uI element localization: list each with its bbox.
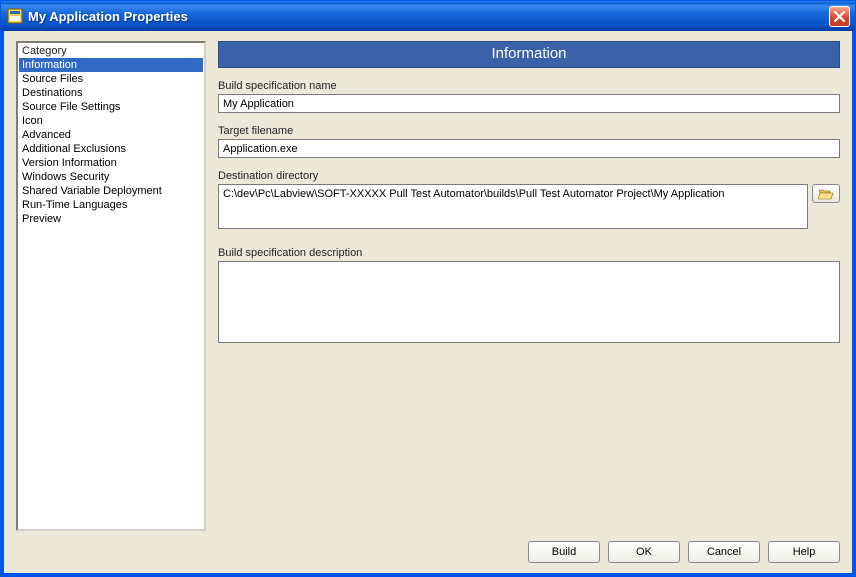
ok-button[interactable]: OK [608,541,680,563]
category-item-information[interactable]: Information [19,58,203,72]
spec-name-input[interactable] [218,94,840,113]
category-item-icon[interactable]: Icon [19,114,203,128]
spec-name-label: Build specification name [218,80,840,92]
category-list[interactable]: Category Information Source Files Destin… [16,41,206,531]
window-title: My Application Properties [28,9,188,24]
category-item-destinations[interactable]: Destinations [19,86,203,100]
close-icon [834,11,845,22]
button-row: Build OK Cancel Help [16,531,840,563]
dialog-body: Category Information Source Files Destin… [1,31,855,576]
dest-dir-input[interactable] [218,184,808,229]
category-item-source-file-settings[interactable]: Source File Settings [19,100,203,114]
close-button[interactable] [829,6,850,27]
category-item-run-time-languages[interactable]: Run-Time Languages [19,198,203,212]
target-filename-group: Target filename [218,125,840,158]
category-header: Category [19,44,203,58]
spec-name-group: Build specification name [218,80,840,113]
help-button[interactable]: Help [768,541,840,563]
folder-open-icon [818,188,834,200]
dest-dir-label: Destination directory [218,170,840,182]
panel-header: Information [218,41,840,68]
dest-dir-group: Destination directory [218,170,840,229]
cancel-button[interactable]: Cancel [688,541,760,563]
category-item-additional-exclusions[interactable]: Additional Exclusions [19,142,203,156]
description-group: Build specification description [218,247,840,346]
build-button[interactable]: Build [528,541,600,563]
browse-button[interactable] [812,184,840,203]
category-item-shared-variable-deployment[interactable]: Shared Variable Deployment [19,184,203,198]
category-item-advanced[interactable]: Advanced [19,128,203,142]
category-item-source-files[interactable]: Source Files [19,72,203,86]
dialog-window: My Application Properties Category Infor… [0,0,856,577]
titlebar: My Application Properties [1,1,855,31]
category-item-windows-security[interactable]: Windows Security [19,170,203,184]
main-area: Category Information Source Files Destin… [16,41,840,531]
content-panel: Information Build specification name Tar… [218,41,840,531]
dest-dir-row [218,184,840,229]
category-item-preview[interactable]: Preview [19,212,203,226]
target-filename-input[interactable] [218,139,840,158]
app-icon [7,8,23,24]
target-filename-label: Target filename [218,125,840,137]
description-label: Build specification description [218,247,840,259]
category-item-version-information[interactable]: Version Information [19,156,203,170]
description-input[interactable] [218,261,840,343]
